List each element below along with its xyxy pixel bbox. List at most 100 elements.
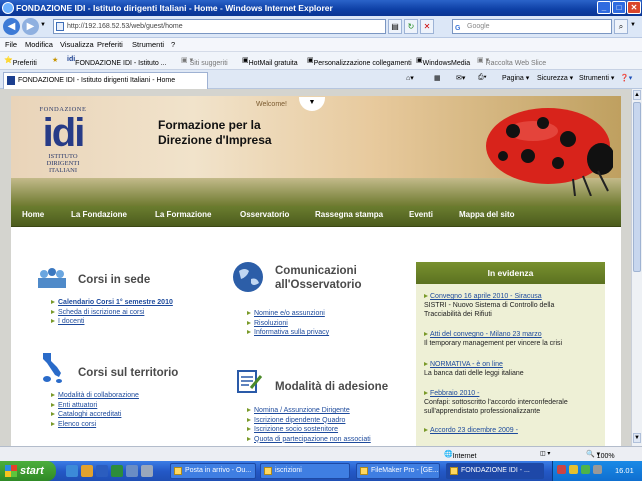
scroll-down-icon[interactable]: ▼ — [633, 433, 641, 443]
tools-menu[interactable]: Strumenti ▾ — [579, 74, 614, 82]
adesione-title: Modalità di adesione — [275, 381, 389, 393]
tray-icon[interactable] — [569, 465, 578, 474]
corsi-territorio-title: Corsi sul territorio — [78, 367, 179, 379]
menu-preferiti[interactable]: Preferiti — [97, 40, 123, 49]
security-menu[interactable]: Sicurezza ▾ — [537, 74, 573, 82]
zoom-level[interactable]: 🔍 100% ▾ — [586, 450, 615, 460]
nav-home[interactable]: Home — [22, 210, 44, 219]
close-button[interactable]: ✕ — [627, 1, 641, 14]
globe-icon — [233, 262, 263, 292]
task-filemaker[interactable]: FileMaker Pro - [GE... — [356, 463, 440, 479]
search-dropdown-icon[interactable]: ▼ — [630, 22, 636, 28]
menu-visualizza[interactable]: Visualizza — [60, 40, 94, 49]
welcome-dropdown-icon[interactable]: ▼ — [299, 97, 325, 111]
link-scheda-iscrizione[interactable]: Scheda di iscrizione ai corsi — [51, 308, 173, 318]
menu-help[interactable]: ? — [171, 40, 175, 49]
compat-view-icon[interactable]: ▤ — [388, 19, 402, 34]
link-iscrizione-socio[interactable]: Iscrizione socio sostenitore — [247, 425, 371, 435]
search-input[interactable]: G Google — [452, 19, 612, 34]
link-modalita-collaborazione[interactable]: Modalità di collaborazione — [51, 391, 139, 401]
fav-item-idi[interactable]: idi FONDAZIONE IDI - Istituto ... — [67, 56, 167, 67]
nav-rassegna-stampa[interactable]: Rassegna stampa — [315, 210, 383, 219]
page-menu[interactable]: Pagina ▾ — [502, 74, 529, 82]
fav-item-webslice[interactable]: ▣ Raccolta Web Slice ▾ — [477, 56, 546, 67]
quicklaunch-desktop-icon[interactable] — [126, 465, 138, 477]
link-informativa-privacy[interactable]: Informativa sulla privacy — [247, 328, 329, 338]
task-ie-fondazione[interactable]: FONDAZIONE IDI - ... — [446, 463, 544, 479]
task-iscrizioni[interactable]: iscrizioni — [260, 463, 350, 479]
stop-button[interactable]: ✕ — [420, 19, 434, 34]
back-button[interactable]: ◀ — [3, 18, 20, 35]
link-nomine-assunzioni[interactable]: Nomine e/o assunzioni — [247, 309, 329, 319]
news-link[interactable]: Accordo 23 dicembre 2009 - — [424, 426, 602, 435]
start-button[interactable]: start — [0, 461, 56, 481]
link-calendario-corsi[interactable]: Calendario Corsi 1° semestre 2010 — [51, 298, 173, 308]
taskbar: start Posta in arrivo - Ou... iscrizioni… — [0, 461, 642, 481]
mail-icon[interactable]: ✉▾ — [456, 74, 465, 82]
welcome-text: Welcome! — [256, 101, 287, 108]
quicklaunch-ie-icon[interactable] — [66, 465, 78, 477]
news-link[interactable]: NORMATIVA - è on line — [424, 360, 602, 369]
link-cataloghi[interactable]: Cataloghi accreditati — [51, 410, 139, 420]
page-viewport: FONDAZIONE idi ISTITUTO DIRIGENTI ITALIA… — [0, 89, 631, 446]
tray-icon[interactable] — [581, 465, 590, 474]
add-favorite-icon[interactable]: ★ — [52, 56, 58, 64]
news-link[interactable]: Atti del convegno - Milano 23 marzo — [424, 330, 602, 339]
window-titlebar: FONDAZIONE IDI - Istituto dirigenti Ital… — [0, 0, 642, 16]
scrollbar-thumb[interactable] — [633, 102, 641, 272]
link-quota-non-associati[interactable]: Quota di partecipazione non associati — [247, 435, 371, 445]
refresh-button[interactable]: ↻ — [404, 19, 418, 34]
protected-mode-icon[interactable]: ◫ ▾ — [540, 450, 550, 457]
link-enti-attuatori[interactable]: Enti attuatori — [51, 401, 139, 411]
windows-flag-icon — [5, 465, 17, 477]
quicklaunch-folder-icon[interactable] — [81, 465, 93, 477]
link-elenco-corsi[interactable]: Elenco corsi — [51, 420, 139, 430]
menu-file[interactable]: File — [5, 40, 17, 49]
classroom-icon — [38, 268, 66, 288]
url-field[interactable]: http://192.168.52.53/web/guest/home — [53, 19, 386, 34]
history-dropdown-icon[interactable]: ▼ — [40, 22, 46, 28]
menu-strumenti[interactable]: Strumenti — [132, 40, 164, 49]
link-nomina-dirigente[interactable]: Nomina / Assunzione Dirigente — [247, 406, 371, 416]
scroll-up-icon[interactable]: ▲ — [633, 90, 641, 100]
link-risoluzioni[interactable]: Risoluzioni — [247, 319, 329, 329]
web-page: FONDAZIONE idi ISTITUTO DIRIGENTI ITALIA… — [11, 96, 621, 446]
fav-item-windowsmedia[interactable]: ▣ WindowsMedia — [416, 56, 470, 67]
minimize-button[interactable]: _ — [597, 1, 611, 14]
nav-formazione[interactable]: La Formazione — [155, 210, 211, 219]
forward-button[interactable]: ▶ — [22, 18, 39, 35]
quicklaunch-word-icon[interactable] — [96, 465, 108, 477]
ladybug-image — [486, 108, 613, 196]
quicklaunch-excel-icon[interactable] — [111, 465, 123, 477]
task-outlook[interactable]: Posta in arrivo - Ou... — [170, 463, 256, 479]
home-icon[interactable]: ⌂▾ — [406, 74, 414, 82]
fav-item-personalizzazione[interactable]: ▣ Personalizzazione collegamenti — [307, 56, 412, 67]
tab-fondazione-idi[interactable]: FONDAZIONE IDI - Istituto dirigenti Ital… — [3, 72, 208, 89]
news-link[interactable]: Convegno 16 aprile 2010 - Siracusa — [424, 292, 602, 301]
help-icon[interactable]: ❓▾ — [620, 74, 632, 82]
idi-logo[interactable]: FONDAZIONE idi ISTITUTO DIRIGENTI ITALIA… — [33, 106, 93, 201]
corsi-sede-title: Corsi in sede — [78, 274, 151, 286]
link-iscrizione-quadro[interactable]: Iscrizione dipendente Quadro — [247, 416, 371, 426]
nav-eventi[interactable]: Eventi — [409, 210, 433, 219]
nav-osservatorio[interactable]: Osservatorio — [240, 210, 289, 219]
quicklaunch-misc-icon[interactable] — [141, 465, 153, 477]
news-link[interactable]: Febbraio 2010 - — [424, 389, 602, 398]
fav-item-hotmail[interactable]: ▣ HotMail gratuita — [242, 56, 298, 67]
nav-mappa-sito[interactable]: Mappa del sito — [459, 210, 515, 219]
tray-icon[interactable] — [593, 465, 602, 474]
print-icon[interactable]: ⎙▾ — [478, 74, 487, 82]
search-icon[interactable]: ⌕ — [614, 19, 628, 34]
maximize-button[interactable]: □ — [612, 1, 626, 14]
fav-item-suggeriti[interactable]: ▣ Siti suggeriti ▾ — [181, 56, 228, 67]
status-bar: 🌐 Internet ◫ ▾ 🔍 100% ▾ — [0, 446, 642, 461]
nav-fondazione[interactable]: La Fondazione — [71, 210, 127, 219]
feeds-icon[interactable]: ▦ — [434, 74, 441, 82]
link-docenti[interactable]: I docenti — [51, 317, 173, 327]
favorites-button[interactable]: ⭐ Preferiti — [4, 56, 37, 67]
vertical-scrollbar[interactable]: ▲ ▼ — [631, 89, 642, 446]
menu-modifica[interactable]: Modifica — [25, 40, 53, 49]
clock[interactable]: 16.01 — [615, 466, 634, 475]
tray-icon[interactable] — [557, 465, 566, 474]
banner: FONDAZIONE idi ISTITUTO DIRIGENTI ITALIA… — [11, 96, 621, 206]
